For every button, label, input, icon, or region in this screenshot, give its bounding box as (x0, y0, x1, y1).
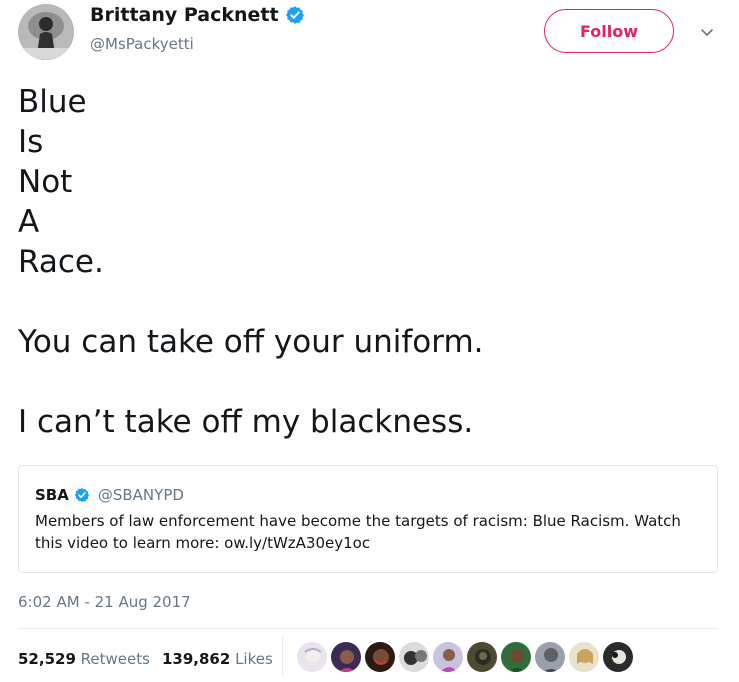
liker-avatar-image (569, 642, 599, 672)
author-avatar-image (18, 4, 74, 60)
retweets-stat[interactable]: 52,529 Retweets (18, 650, 150, 668)
tweet-text-line: You can take off your uniform. (18, 324, 484, 360)
liker-avatar-image (603, 642, 633, 672)
liker-avatar-image (297, 642, 327, 672)
liker-avatar[interactable] (568, 641, 600, 673)
liker-avatar[interactable] (500, 641, 532, 673)
tweet-text-line: I can’t take off my blackness. (18, 404, 474, 440)
liker-avatar-image (467, 642, 497, 672)
liker-avatar[interactable] (296, 641, 328, 673)
chevron-down-icon[interactable] (697, 22, 717, 42)
quoted-author-name: SBA (35, 486, 69, 504)
author-name-row: Brittany Packnett (90, 4, 305, 26)
tweet-text: Blue Is Not A Race. You can take off you… (18, 82, 718, 442)
liker-avatar[interactable] (330, 641, 362, 673)
liker-avatar[interactable] (398, 641, 430, 673)
liker-avatar-image (399, 642, 429, 672)
verified-badge-icon (285, 6, 304, 24)
liker-avatar-image (433, 642, 463, 672)
liker-avatar[interactable] (602, 641, 634, 673)
author-display-name[interactable]: Brittany Packnett (90, 4, 279, 26)
quoted-tweet-text: Members of law enforcement have become t… (35, 512, 681, 552)
liker-avatar-image (535, 642, 565, 672)
tweet-card: Brittany Packnett @MsPackyetti Follow Bl… (0, 0, 739, 682)
author-handle[interactable]: @MsPackyetti (90, 35, 194, 53)
follow-button[interactable]: Follow (544, 9, 674, 53)
quoted-tweet[interactable]: SBA @SBANYPD Members of law enforcement … (18, 465, 718, 573)
stats-divider (282, 636, 283, 676)
tweet-text-line: Race. (18, 244, 104, 280)
quoted-tweet-header: SBA @SBANYPD (35, 486, 701, 504)
tweet-text-line: A (18, 204, 40, 240)
tweet-text-line: Blue (18, 84, 87, 120)
liker-avatar[interactable] (364, 641, 396, 673)
liker-avatar-image (501, 642, 531, 672)
likes-label: Likes (235, 650, 273, 668)
divider (18, 628, 718, 629)
tweet-text-spacer (18, 362, 718, 402)
tweet-stats: 52,529 Retweets 139,862 Likes (18, 650, 285, 668)
liker-avatar-image (331, 642, 361, 672)
liker-avatar[interactable] (466, 641, 498, 673)
retweets-label: Retweets (80, 650, 150, 668)
liker-avatar[interactable] (534, 641, 566, 673)
tweet-text-spacer (18, 282, 718, 322)
quoted-author-handle: @SBANYPD (97, 486, 184, 504)
liker-avatar-image (365, 642, 395, 672)
tweet-text-line: Is (18, 124, 44, 160)
likes-stat[interactable]: 139,862 Likes (162, 650, 273, 668)
liker-avatars (296, 641, 634, 673)
likes-count: 139,862 (161, 650, 231, 668)
liker-avatar[interactable] (432, 641, 464, 673)
verified-badge-icon (74, 488, 90, 502)
tweet-text-line: Not (18, 164, 73, 200)
author-avatar[interactable] (18, 4, 74, 60)
tweet-timestamp[interactable]: 6:02 AM - 21 Aug 2017 (18, 593, 191, 611)
retweets-count: 52,529 (18, 650, 76, 668)
